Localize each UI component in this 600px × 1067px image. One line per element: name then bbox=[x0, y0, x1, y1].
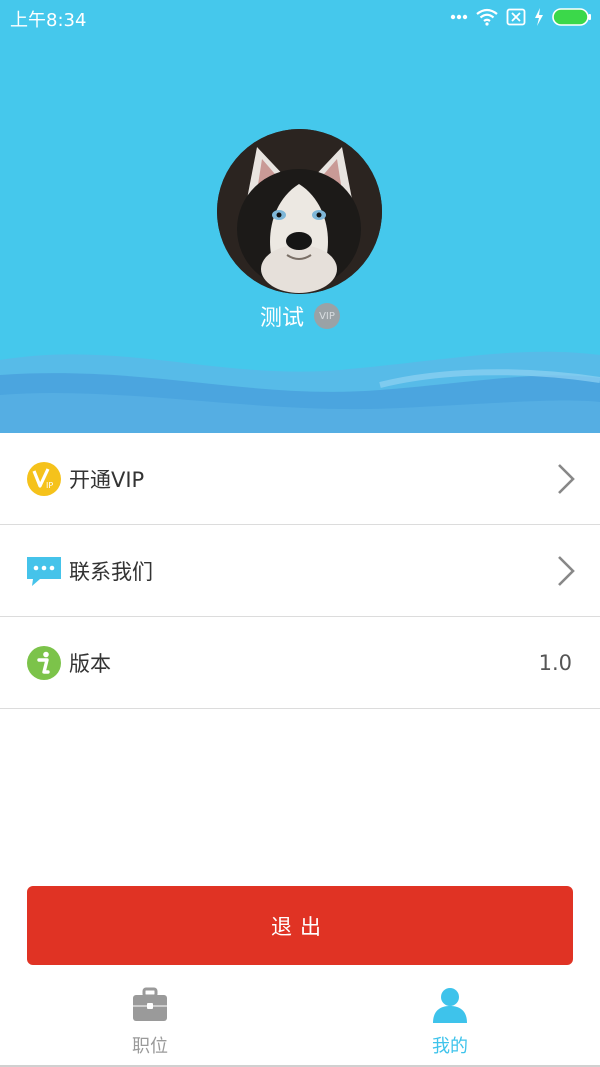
info-icon bbox=[27, 645, 61, 680]
settings-menu: IP 开通VIP 联系我们 版本 1.0 bbox=[0, 433, 600, 709]
husky-avatar-image bbox=[217, 129, 382, 294]
avatar[interactable] bbox=[217, 129, 382, 294]
battery-icon bbox=[552, 8, 591, 26]
logout-button[interactable]: 退出 bbox=[27, 886, 573, 965]
version-value: 1.0 bbox=[538, 650, 572, 675]
username: 测试 bbox=[259, 306, 304, 331]
status-time: 上午8:34 bbox=[10, 10, 87, 31]
briefcase-icon bbox=[133, 987, 167, 1021]
tab-label: 我的 bbox=[432, 1036, 468, 1057]
vip-icon: IP bbox=[27, 461, 61, 496]
menu-item-contact-us[interactable]: 联系我们 bbox=[0, 525, 600, 617]
chevron-right-icon bbox=[558, 463, 575, 494]
vip-status-badge: VIP bbox=[314, 303, 340, 329]
menu-item-label: 联系我们 bbox=[69, 559, 153, 584]
dots-icon bbox=[450, 14, 468, 20]
chevron-right-icon bbox=[558, 555, 575, 586]
menu-item-version[interactable]: 版本 1.0 bbox=[0, 617, 600, 709]
wave-decoration bbox=[0, 351, 600, 433]
chat-icon bbox=[27, 556, 61, 586]
status-icons bbox=[450, 7, 592, 27]
svg-text:IP: IP bbox=[46, 481, 53, 490]
menu-item-label: 开通VIP bbox=[69, 467, 145, 492]
person-icon bbox=[433, 988, 467, 1023]
tab-label: 职位 bbox=[132, 1036, 168, 1057]
sim-off-icon bbox=[506, 8, 526, 26]
wifi-icon bbox=[476, 8, 498, 26]
status-bar: 上午8:34 bbox=[0, 0, 600, 34]
menu-item-label: 版本 bbox=[69, 651, 111, 676]
menu-item-open-vip[interactable]: IP 开通VIP bbox=[0, 433, 600, 525]
charging-icon bbox=[535, 8, 543, 26]
tab-mine[interactable]: 我的 bbox=[300, 978, 600, 1064]
profile-header: 上午8:34 测试 VIP bbox=[0, 0, 600, 433]
username-row: 测试 VIP bbox=[0, 300, 600, 332]
bottom-tab-bar: 职位 我的 bbox=[0, 978, 600, 1067]
tab-jobs[interactable]: 职位 bbox=[0, 978, 300, 1064]
